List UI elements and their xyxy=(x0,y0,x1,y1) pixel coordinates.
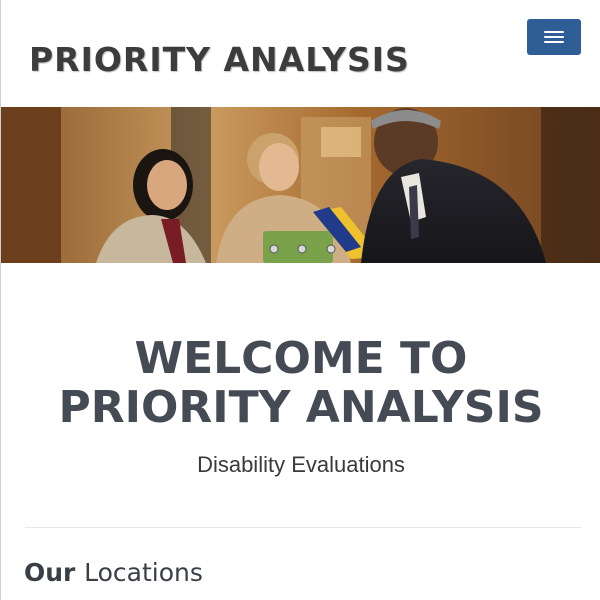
site-header: PRIORITY ANALYSIS xyxy=(1,0,600,107)
site-logo[interactable]: PRIORITY ANALYSIS xyxy=(29,40,410,79)
menu-toggle-button[interactable] xyxy=(527,19,581,55)
locations-heading: Our Locations xyxy=(24,558,203,587)
welcome-heading: WELCOME TO PRIORITY ANALYSIS xyxy=(1,334,600,432)
locations-heading-light: Locations xyxy=(84,558,203,587)
welcome-heading-line2: PRIORITY ANALYSIS xyxy=(58,382,544,433)
page: PRIORITY ANALYSIS WELCOME TO PRIORITY AN… xyxy=(0,0,600,600)
section-divider xyxy=(25,527,581,528)
welcome-heading-line1: WELCOME TO xyxy=(134,333,468,384)
locations-heading-strong: Our xyxy=(24,558,76,587)
business-meeting-photo xyxy=(1,107,600,263)
hamburger-menu-icon-bar xyxy=(544,41,564,43)
hero-image xyxy=(1,107,600,263)
hamburger-menu-icon-bar xyxy=(544,36,564,38)
hamburger-menu-icon xyxy=(544,31,564,33)
welcome-subtitle: Disability Evaluations xyxy=(197,452,405,477)
